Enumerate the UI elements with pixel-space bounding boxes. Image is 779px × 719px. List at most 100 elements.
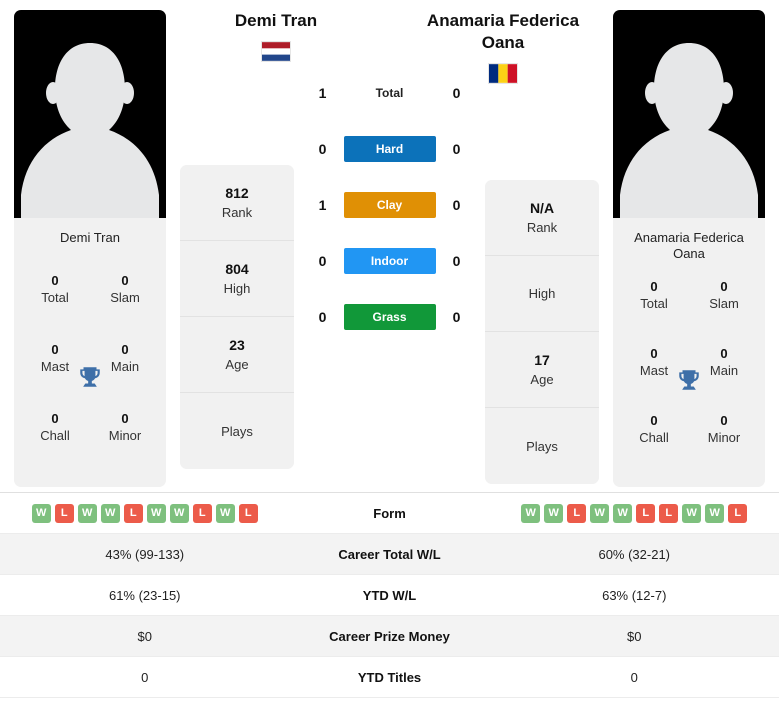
left-ytd-titles: 0 [141,669,149,685]
h2h-row-hard: 0 Hard 0 [298,121,481,177]
right-player-card[interactable]: Anamaria Federica Oana 0 Total 0 Slam 0 … [613,10,765,487]
award-chall-label: Chall [639,430,669,445]
form-badge-win: W [77,503,97,523]
award-slam-label: Slam [110,290,140,305]
h2h-clay-left-score: 1 [318,197,327,213]
table-row-ytd-titles: 0 YTD Titles 0 [0,657,779,698]
left-stat-plays: Plays [180,393,294,469]
left-rank-value: 812 [225,184,249,201]
trophy-icon [679,369,699,390]
left-form-cell: WLWWLWWLWL [0,503,290,523]
left-player-name-block: Demi Tran [180,10,372,62]
left-stat-rank: 812 Rank [180,165,294,241]
right-form-strip: WWLWWLLWWL [498,503,772,523]
right-player-stats-column: N/A Rank High 17 Age Plays [485,180,599,484]
right-player-name-block: Anamaria Federica Oana [407,10,599,84]
form-badge-loss: L [123,503,143,523]
table-row-career-total-wl: 43% (99-133) Career Total W/L 60% (32-21… [0,534,779,575]
right-rank-label: Rank [526,219,558,235]
right-stat-plays: Plays [485,408,599,484]
left-player-card[interactable]: Demi Tran 0 Total 0 Slam 0 Mast 0 Main 0… [14,10,166,487]
left-career-total-wl: 43% (99-133) [105,546,185,562]
award-minor: 0 Minor [90,404,160,473]
form-badge-loss: L [659,503,679,523]
award-chall: 0 Chall [20,404,90,473]
award-mast-value: 0 [650,346,658,361]
award-total: 0 Total [619,272,689,339]
player-comparison-page: Demi Tran Anamaria Federica Oana Demi Tr… [0,0,779,719]
head-to-head-list: 1 Total 0 0 Hard 0 1 Clay 0 0 Indoor 0 0… [298,65,481,345]
left-player-card-name: Demi Tran [60,230,120,245]
form-badge-loss: L [54,503,74,523]
h2h-row-grass: 0 Grass 0 [298,289,481,345]
right-career-total-wl: 60% (32-21) [598,546,671,562]
form-badge-win: W [146,503,166,523]
form-badge-loss: L [192,503,212,523]
award-chall-value: 0 [51,411,59,426]
right-age-label: Age [530,371,554,387]
award-total-label: Total [41,290,69,305]
left-high-label: High [223,280,251,296]
right-stat-rank: N/A Rank [485,180,599,256]
h2h-indoor-label[interactable]: Indoor [343,248,436,274]
left-form-strip: WLWWLWWLWL [8,503,282,523]
award-minor-value: 0 [720,413,728,428]
form-badge-loss: L [567,503,587,523]
award-slam-label: Slam [709,296,739,311]
form-badge-win: W [590,503,610,523]
row-label-career-prize-money: Career Prize Money [329,628,450,644]
award-total: 0 Total [20,266,90,335]
h2h-hard-right-score: 0 [452,141,461,157]
right-player-avatar [613,10,765,218]
table-row-form: WLWWLWWLWL Form WWLWWLLWWL [0,493,779,534]
form-badge-win: W [544,503,564,523]
form-badge-win: W [613,503,633,523]
h2h-clay-right-score: 0 [452,197,461,213]
h2h-hard-left-score: 0 [318,141,327,157]
award-chall-label: Chall [40,428,70,443]
form-badge-win: W [521,503,541,523]
h2h-clay-label[interactable]: Clay [343,192,436,218]
left-age-value: 23 [229,336,245,353]
avatar-placeholder-icon [620,43,758,218]
netherlands-flag-icon [261,41,291,62]
h2h-grass-label[interactable]: Grass [343,304,436,330]
left-rank-label: Rank [221,204,253,220]
right-career-prize-money: $0 [627,628,642,644]
h2h-grass-left-score: 0 [318,309,327,325]
form-badge-win: W [682,503,702,523]
left-ytd-wl: 61% (23-15) [108,587,181,603]
left-stat-age: 23 Age [180,317,294,393]
award-slam: 0 Slam [689,272,759,339]
form-badge-win: W [705,503,725,523]
left-player-stats-column: 812 Rank 804 High 23 Age Plays [180,165,294,469]
form-badge-loss: L [238,503,258,523]
award-slam-value: 0 [720,279,728,294]
row-label-career-total-wl: Career Total W/L [338,546,441,562]
row-label-ytd-titles: YTD Titles [357,669,422,685]
right-stat-age: 17 Age [485,332,599,408]
table-row-career-prize-money: $0 Career Prize Money $0 [0,616,779,657]
award-minor-label: Minor [108,428,142,443]
h2h-total-left-score: 1 [318,85,327,101]
right-form-cell: WWLWWLLWWL [490,503,779,523]
row-label-ytd-wl: YTD W/L [362,587,417,603]
right-age-value: 17 [534,351,550,368]
award-main-value: 0 [121,342,129,357]
award-minor: 0 Minor [689,406,759,473]
right-player-name: Anamaria Federica Oana [426,11,580,52]
left-player-awards: 0 Total 0 Slam 0 Mast 0 Main 0 Chall 0 M… [14,266,166,487]
award-chall-value: 0 [650,413,658,428]
right-plays-label: Plays [526,438,558,454]
h2h-hard-label[interactable]: Hard [343,136,436,162]
avatar-placeholder-icon [21,43,159,218]
form-badge-win: W [169,503,189,523]
romania-flag-icon [488,63,518,84]
h2h-total-right-score: 0 [452,85,461,101]
left-player-name: Demi Tran [234,11,318,30]
left-player-avatar [14,10,166,218]
right-high-label: High [528,286,556,301]
form-badge-loss: L [728,503,748,523]
right-player-card-name: Anamaria Federica Oana [634,230,744,261]
award-mast-value: 0 [51,342,59,357]
